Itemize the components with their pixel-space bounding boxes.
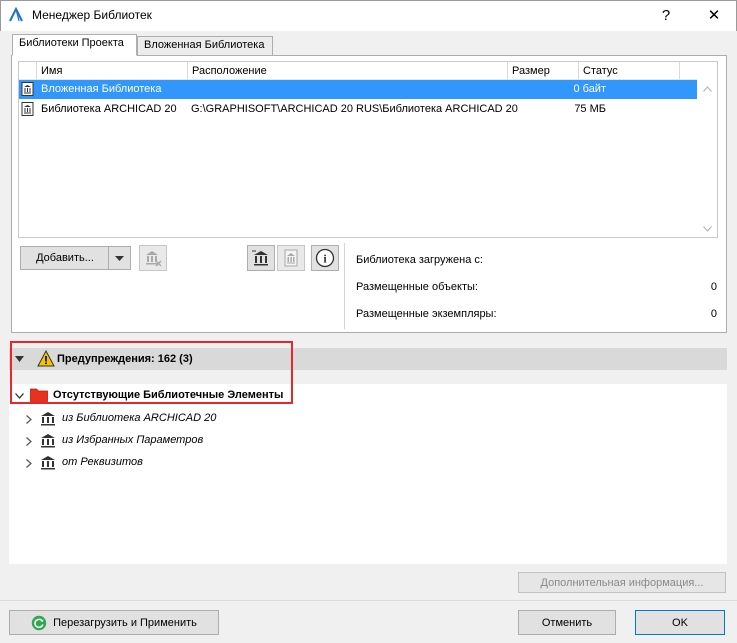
help-button[interactable]: ? — [655, 4, 677, 26]
library-building-icon — [252, 250, 268, 266]
library-file-icon — [21, 82, 34, 96]
cancel-button[interactable]: Отменить — [518, 610, 616, 635]
tree-item[interactable]: из Библиотека ARCHICAD 20 — [24, 410, 324, 428]
tab-project-libraries[interactable]: Библиотеки Проекта — [12, 34, 137, 56]
add-library-dropdown[interactable] — [108, 246, 131, 270]
info-icon: i — [315, 248, 335, 268]
row-name: Библиотека ARCHICAD 20 — [41, 103, 177, 115]
chevron-right-icon[interactable] — [26, 415, 32, 424]
remove-library-button[interactable] — [139, 245, 167, 271]
column-header-size[interactable]: Размер — [508, 62, 579, 80]
row-location: G:\GRAPHISOFT\ARCHICAD 20 RUS\Библиотека… — [191, 103, 518, 115]
library-info-button[interactable]: i — [311, 245, 339, 271]
more-info-button[interactable]: Дополнительная информация... — [518, 572, 726, 593]
row-name: Вложенная Библиотека — [41, 83, 162, 95]
library-remove-icon — [146, 251, 162, 267]
chevron-right-icon[interactable] — [26, 437, 32, 446]
placed-objects-label: Размещенные объекты: — [356, 281, 478, 293]
tree-item[interactable]: из Избранных Параметров — [24, 432, 324, 450]
library-file-icon — [21, 102, 34, 116]
chevron-right-icon[interactable] — [26, 459, 32, 468]
column-header-icon — [19, 62, 37, 80]
tab-embedded-library[interactable]: Вложенная Библиотека — [137, 36, 273, 56]
scroll-down-icon[interactable] — [703, 226, 712, 232]
footer-divider — [0, 600, 737, 601]
info-divider — [344, 243, 345, 329]
library-building-icon — [41, 456, 55, 470]
row-size: 0 байт — [573, 83, 606, 95]
tree-item-label: от Реквизитов — [62, 456, 143, 468]
window-title: Менеджер Библиотек — [32, 8, 152, 22]
archicad-app-icon — [8, 7, 24, 23]
library-migrate-button[interactable] — [247, 245, 275, 271]
placed-objects-value: 0 — [710, 281, 717, 293]
highlight-box — [10, 341, 293, 404]
table-row-embedded-library[interactable]: Вложенная Библиотека 0 байт — [19, 80, 697, 99]
loaded-from-label: Библиотека загружена с: — [356, 254, 483, 266]
reload-apply-button[interactable]: Перезагрузить и Применить — [9, 610, 219, 635]
library-building-icon — [41, 434, 55, 448]
tree-item[interactable]: от Реквизитов — [24, 454, 324, 472]
scroll-up-icon[interactable] — [703, 86, 712, 92]
column-header-status[interactable]: Статус — [579, 62, 680, 80]
library-file-icon — [284, 249, 298, 267]
tree-item-label: из Библиотека ARCHICAD 20 — [62, 412, 217, 424]
ok-button[interactable]: OK — [635, 610, 725, 635]
reload-apply-label: Перезагрузить и Применить — [53, 616, 197, 629]
table-scrollbar[interactable] — [698, 80, 717, 237]
placed-instances-label: Размещенные экземпляры: — [356, 308, 497, 320]
library-export-button[interactable] — [277, 245, 305, 271]
column-header-name[interactable]: Имя — [37, 62, 188, 80]
column-header-location[interactable]: Расположение — [188, 62, 508, 80]
reload-icon — [31, 615, 47, 630]
table-row-archicad-library[interactable]: Библиотека ARCHICAD 20 G:\GRAPHISOFT\ARC… — [19, 100, 697, 119]
tree-item-label: из Избранных Параметров — [62, 434, 204, 446]
row-size: 75 МБ — [574, 103, 606, 115]
column-header-filler — [680, 62, 697, 80]
library-building-icon — [41, 412, 55, 426]
placed-instances-value: 0 — [710, 308, 717, 320]
close-button[interactable]: ✕ — [703, 4, 725, 26]
chevron-down-icon — [115, 255, 124, 261]
add-library-button[interactable]: Добавить... — [20, 246, 109, 270]
